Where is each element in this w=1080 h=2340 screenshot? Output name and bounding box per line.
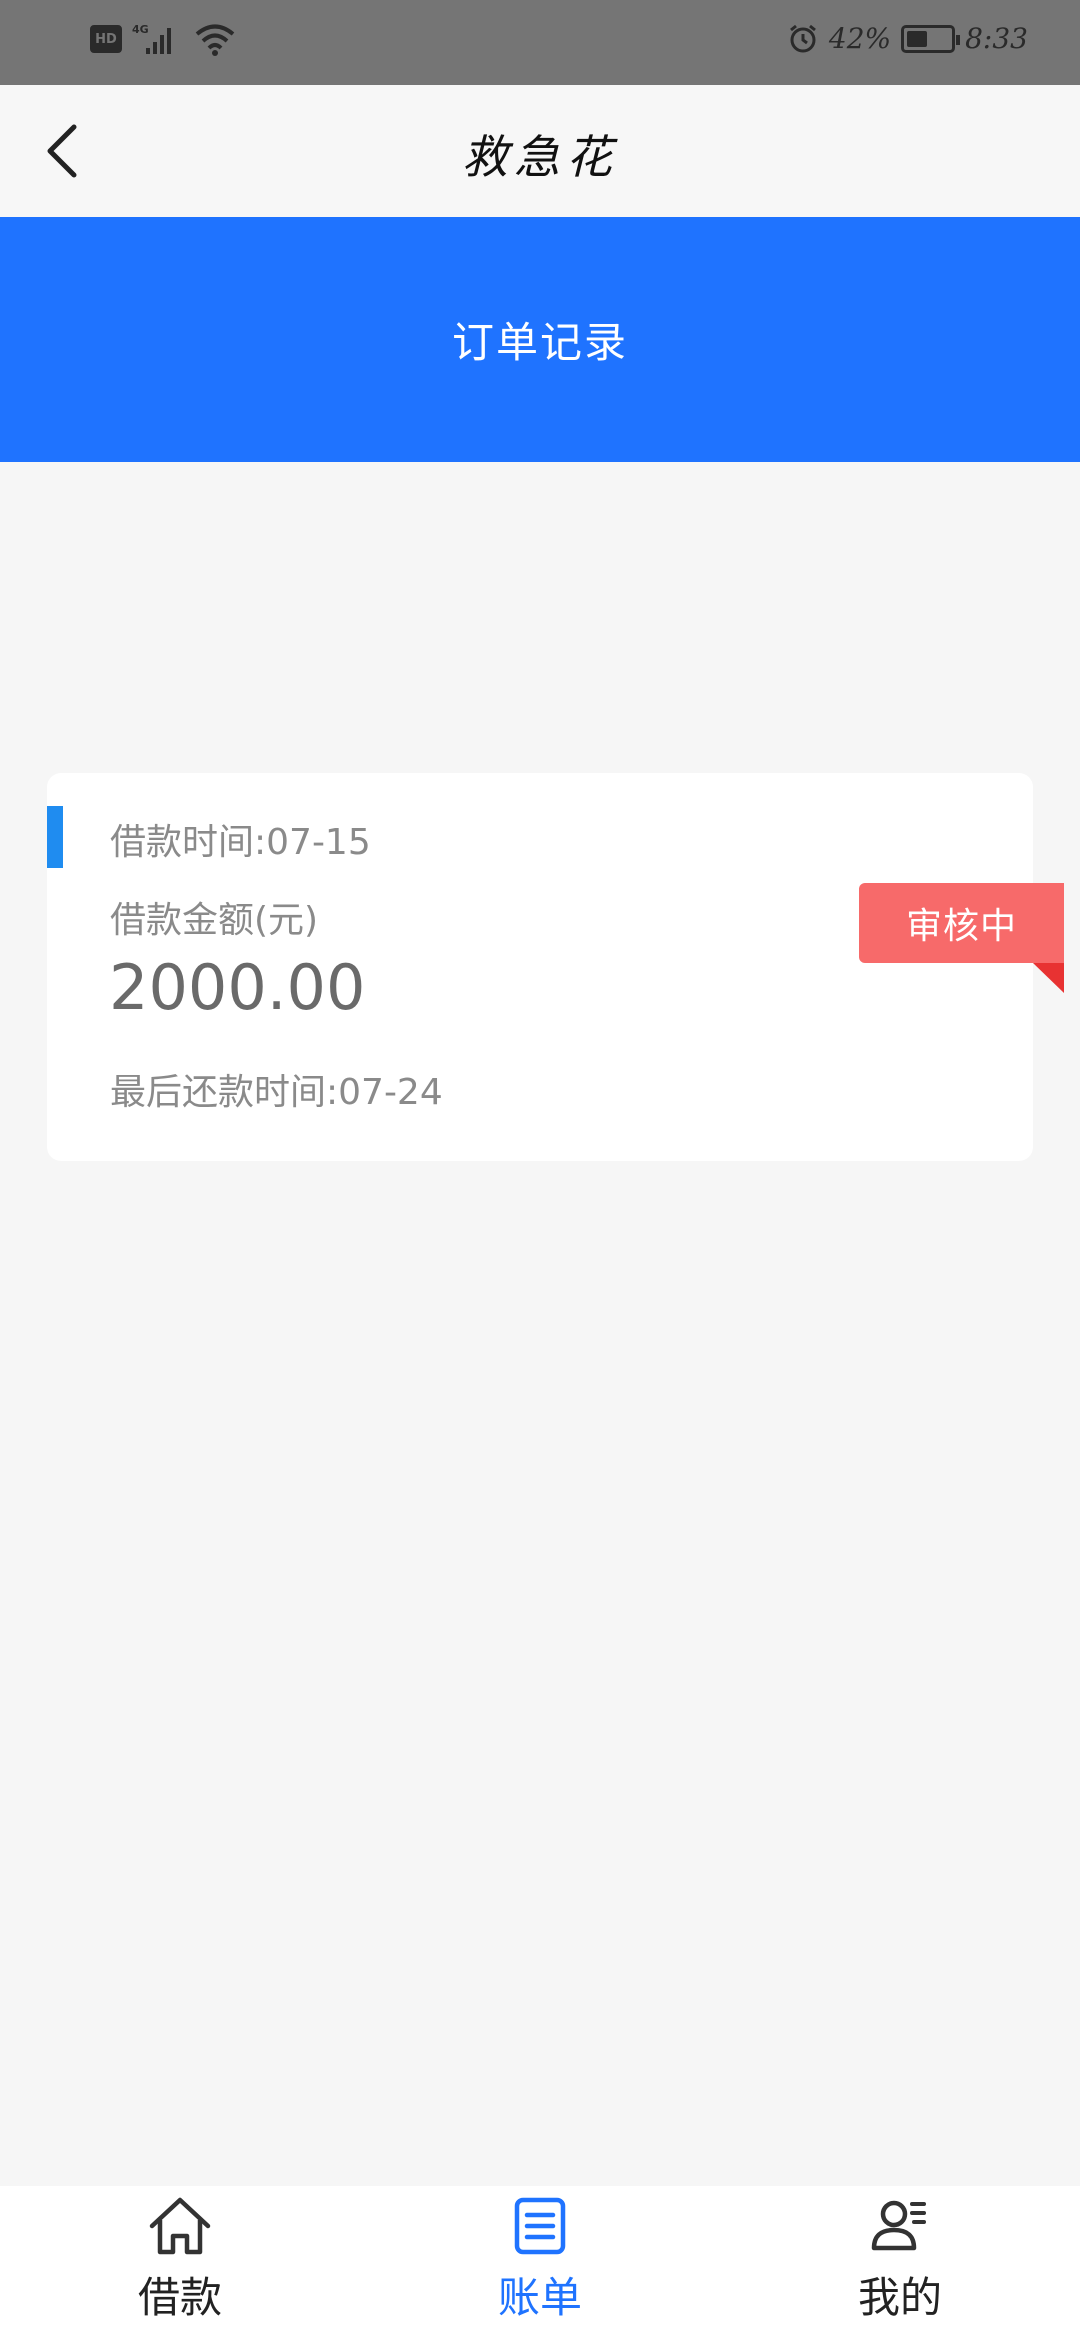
status-bar: HD 4G 42% 8:33 (0, 0, 1080, 85)
user-icon (871, 2200, 926, 2251)
due-date: 最后还款时间:07-24 (110, 1072, 443, 1113)
battery-percent: 42% (828, 22, 892, 55)
page-banner: 订单记录 (0, 217, 1080, 462)
status-bar-left: HD 4G (90, 22, 236, 56)
signal-icon: 4G (132, 23, 171, 54)
app-title: 救急花 (462, 130, 618, 184)
amount-value: 2000.00 (109, 951, 366, 1024)
page-title: 订单记录 (451, 318, 628, 367)
home-icon (149, 2197, 211, 2255)
battery-icon (901, 24, 961, 53)
hd-badge: HD (90, 25, 122, 53)
battery-level (907, 30, 928, 47)
status-badge: 审核中 (859, 883, 1064, 963)
alarm-icon (789, 24, 816, 52)
nav-item-mine[interactable]: 我的 (720, 2186, 1080, 2340)
order-card[interactable]: 借款时间:07-15 借款金额(元) 2000.00 最后还款时间:07-24 (47, 773, 1033, 1161)
network-type: 4G (132, 23, 149, 36)
bottom-nav: 借款 账单 我的 (0, 2186, 1080, 2340)
status-badge-fold (1033, 963, 1064, 993)
app-header: 救急花 (0, 85, 1080, 217)
nav-item-loan[interactable]: 借款 (0, 2186, 360, 2340)
amount-label: 借款金额(元) (110, 900, 319, 941)
nav-label-bill: 账单 (497, 2273, 582, 2322)
status-bar-right: 42% 8:33 (787, 22, 1028, 55)
nav-item-bill[interactable]: 账单 (360, 2186, 720, 2340)
card-accent-bar (47, 806, 63, 868)
bill-icon (514, 2197, 566, 2255)
nav-label-loan: 借款 (137, 2273, 222, 2322)
screen: HD 4G 42% 8:33 救急花 订单记录 借款时间:07-15 借款金额(… (0, 0, 1080, 2340)
loan-date: 借款时间:07-15 (110, 822, 371, 863)
nav-label-mine: 我的 (857, 2273, 942, 2322)
wifi-icon (195, 24, 235, 56)
clock: 8:33 (965, 22, 1028, 55)
